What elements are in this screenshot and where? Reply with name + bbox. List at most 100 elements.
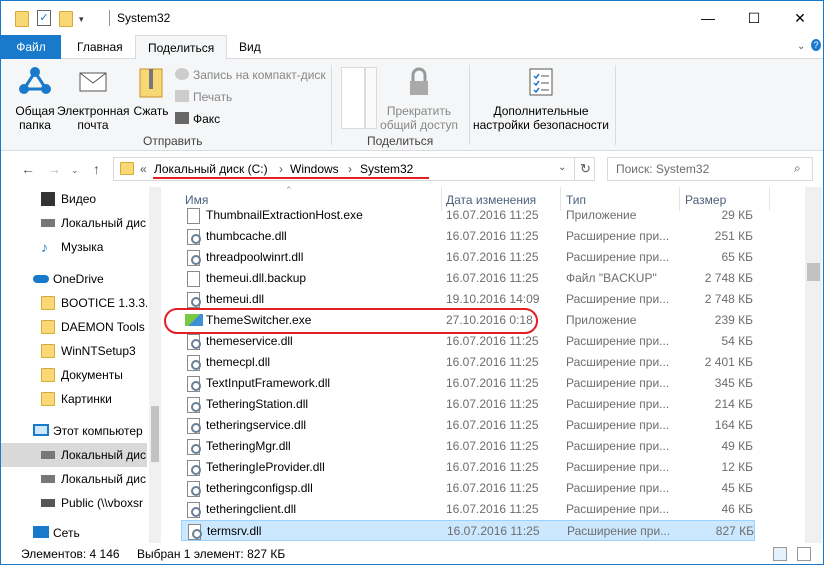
- file-row-selected[interactable]: termsrv.dll 16.07.2016 11:25 Расширение пр…: [181, 520, 755, 541]
- sidebar-item-public[interactable]: Public (\\vboxsr: [1, 491, 147, 515]
- search-box[interactable]: Поиск: System32 ⌕: [607, 157, 813, 181]
- refresh-icon[interactable]: ↻: [580, 161, 591, 177]
- checklist-icon: [529, 68, 553, 96]
- chevron-right-icon[interactable]: ›: [279, 162, 283, 176]
- tab-view[interactable]: Вид: [227, 35, 273, 59]
- file-row[interactable]: TextInputFramework.dll 16.07.2016 11:25 Ра…: [181, 373, 755, 394]
- back-arrow-icon[interactable]: ←: [21, 161, 35, 177]
- sidebar-item-local-disk-d[interactable]: Локальный дис: [1, 467, 147, 491]
- dll-file-icon: [187, 460, 201, 476]
- search-icon[interactable]: ⌕: [794, 161, 801, 176]
- ribbon-separator: [615, 65, 616, 145]
- file-row[interactable]: tetheringclient.dll 16.07.2016 11:25 Расши…: [181, 499, 755, 520]
- dll-file-icon: [187, 439, 201, 455]
- minimize-button[interactable]: —: [685, 1, 731, 35]
- file-row[interactable]: tetheringservice.dll 16.07.2016 11:25 Расш…: [181, 415, 755, 436]
- sidebar-item-network[interactable]: Сеть: [1, 521, 147, 543]
- tab-home[interactable]: Главная: [65, 35, 135, 59]
- up-arrow-icon[interactable]: ↑: [93, 161, 100, 177]
- close-button[interactable]: ✕: [777, 1, 823, 35]
- stop-sharing-label2: общий доступ: [380, 118, 458, 132]
- file-row[interactable]: TetheringIeProvider.dll 16.07.2016 11:25 Р…: [181, 457, 755, 478]
- stop-sharing-button[interactable]: Прекратить общий доступ: [379, 65, 459, 132]
- column-size[interactable]: Размер: [685, 193, 726, 207]
- details-view-icon[interactable]: [773, 547, 787, 561]
- sidebar-item-music[interactable]: ♪ Музыка: [1, 235, 147, 259]
- breadcrumb-local-disk[interactable]: Локальный диск (C:): [154, 162, 268, 176]
- column-name[interactable]: Имя: [185, 193, 208, 207]
- file-size: 45 КБ: [721, 481, 753, 495]
- file-list-scrollbar[interactable]: [805, 187, 822, 543]
- file-row[interactable]: thumbcache.dll 16.07.2016 11:25 Расширение…: [181, 226, 755, 247]
- sidebar-item-this-pc[interactable]: Этот компьютер: [1, 419, 147, 443]
- sidebar-scroll-thumb[interactable]: [151, 406, 159, 462]
- email-button[interactable]: Электронная почта: [57, 65, 130, 132]
- advanced-security-button[interactable]: Дополнительные настройки безопасности: [471, 65, 611, 132]
- breadcrumb-system32[interactable]: System32: [360, 162, 413, 176]
- ribbon-tabs: Файл Главная Поделиться Вид ⌄ ?: [1, 35, 823, 60]
- breadcrumb-windows[interactable]: Windows: [290, 162, 339, 176]
- sidebar-item-video[interactable]: Видео: [1, 187, 147, 211]
- sidebar-item-local-disk[interactable]: Локальный дис: [1, 211, 147, 235]
- sidebar-item-local-disk-c[interactable]: Локальный дис: [1, 443, 147, 467]
- file-date: 16.07.2016 11:25: [446, 334, 539, 348]
- recent-chevron-icon[interactable]: ⌄: [71, 165, 79, 176]
- generic-file-icon: [187, 271, 200, 287]
- burn-disc-button[interactable]: Запись на компакт-диск: [175, 67, 326, 83]
- chevron-down-icon[interactable]: ⌄: [558, 162, 566, 173]
- file-size: 29 КБ: [721, 208, 753, 222]
- file-row[interactable]: TetheringStation.dll 16.07.2016 11:25 Расш…: [181, 394, 755, 415]
- sidebar-item-documents[interactable]: Документы: [1, 363, 147, 387]
- computer-icon: [33, 424, 49, 436]
- file-size: 251 КБ: [714, 229, 753, 243]
- forward-arrow-icon[interactable]: →: [47, 161, 61, 177]
- chevron-down-icon[interactable]: ▾: [79, 11, 89, 27]
- share-folder-button[interactable]: Общая папка: [11, 65, 59, 132]
- file-row[interactable]: themeservice.dll 16.07.2016 11:25 Расширен…: [181, 331, 755, 352]
- tab-share[interactable]: Поделиться: [135, 35, 228, 60]
- search-input[interactable]: Поиск: System32: [616, 162, 709, 176]
- chevron-right-icon[interactable]: ›: [348, 162, 352, 176]
- sidebar-item-pictures[interactable]: Картинки: [1, 387, 147, 411]
- sidebar-item-label: Сеть: [53, 526, 80, 540]
- sidebar-item-label: Локальный дис: [61, 472, 146, 486]
- properties-icon[interactable]: ✓: [37, 10, 51, 26]
- print-button[interactable]: Печать: [175, 89, 232, 105]
- new-folder-icon[interactable]: [59, 11, 73, 27]
- file-list-scroll-thumb[interactable]: [807, 263, 820, 281]
- sidebar-item-daemon-tools[interactable]: DAEMON Tools: [1, 315, 147, 339]
- file-row[interactable]: themeui.dll.backup 16.07.2016 11:25 Файл "…: [181, 268, 755, 289]
- maximize-button[interactable]: ☐: [731, 1, 777, 35]
- file-row[interactable]: ThumbnailExtractionHost.exe 16.07.2016 11…: [181, 207, 755, 226]
- sidebar-scrollbar[interactable]: [149, 187, 161, 543]
- share-with-list[interactable]: [341, 67, 365, 129]
- chevron-down-icon[interactable]: ⌄: [797, 41, 805, 52]
- network-drive-icon: [41, 499, 55, 507]
- zip-button[interactable]: Сжать: [131, 65, 171, 118]
- file-row[interactable]: tetheringconfigsp.dll 16.07.2016 11:25 Рас…: [181, 478, 755, 499]
- help-icon[interactable]: ?: [811, 39, 821, 51]
- file-size: 65 КБ: [721, 250, 753, 264]
- folder-icon: [41, 320, 55, 334]
- dll-file-icon: [187, 481, 201, 497]
- sidebar-item-winntsetup[interactable]: WinNTSetup3: [1, 339, 147, 363]
- fax-button[interactable]: Факс: [175, 111, 220, 127]
- sidebar-item-onedrive[interactable]: OneDrive: [1, 267, 147, 291]
- list-scroll[interactable]: [365, 67, 377, 129]
- file-date: 16.07.2016 11:25: [447, 524, 540, 538]
- window-title: System32: [117, 11, 171, 25]
- sidebar-item-label: Документы: [61, 368, 123, 382]
- large-icons-view-icon[interactable]: [797, 547, 811, 561]
- address-overflow[interactable]: «: [140, 162, 147, 176]
- tab-file[interactable]: Файл: [1, 35, 61, 59]
- sidebar-item-label: Локальный дис: [61, 216, 146, 230]
- sidebar-item-bootice[interactable]: BOOTICE 1.3.3.0: [1, 291, 147, 315]
- file-row[interactable]: TetheringMgr.dll 16.07.2016 11:25 Расширен…: [181, 436, 755, 457]
- file-type: Расширение при...: [566, 397, 670, 411]
- file-row[interactable]: themecpl.dll 16.07.2016 11:25 Расширение п…: [181, 352, 755, 373]
- envelope-icon: [79, 72, 107, 92]
- column-date[interactable]: Дата изменения: [446, 193, 536, 207]
- column-type[interactable]: Тип: [566, 193, 586, 207]
- file-row[interactable]: threadpoolwinrt.dll 16.07.2016 11:25 Расши…: [181, 247, 755, 268]
- file-row[interactable]: themeui.dll 19.10.2016 14:09 Расширение пр…: [181, 289, 755, 310]
